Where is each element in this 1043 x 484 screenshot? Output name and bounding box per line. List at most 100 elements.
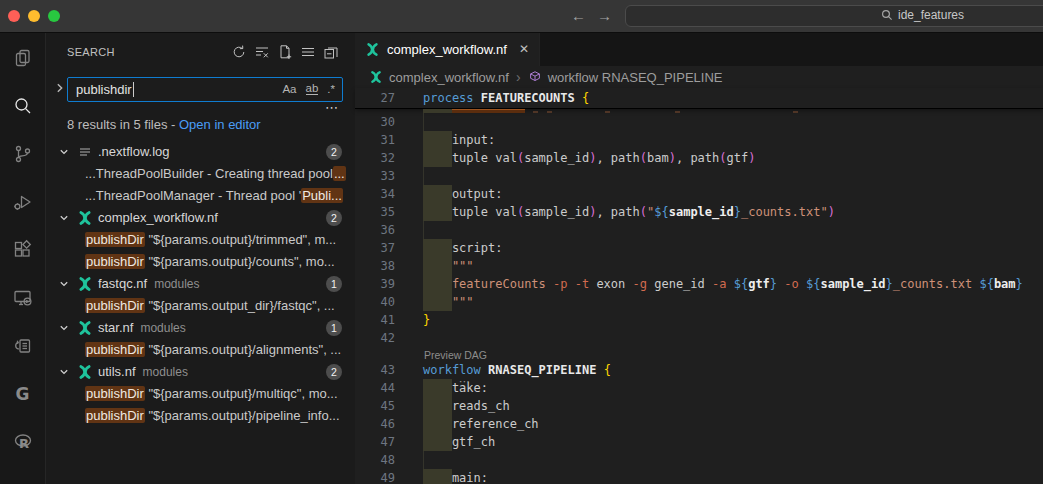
breadcrumb-symbol[interactable]: workflow RNASEQ_PIPELINE — [548, 70, 723, 85]
chevron-down-icon — [59, 279, 69, 289]
activity-run-debug[interactable] — [0, 180, 45, 224]
code-line[interactable]: 48 — [355, 451, 1043, 469]
source-control-icon — [12, 143, 34, 165]
indent-guide — [423, 167, 424, 185]
match-text: publishDir "${params.output}/alignments"… — [85, 339, 356, 361]
code-line[interactable]: 38 """ — [355, 257, 1043, 275]
line-number: 33 — [355, 167, 395, 185]
code-line[interactable]: 40 """ — [355, 293, 1043, 311]
code-line[interactable]: 39 featureCounts -p -t exon -g gene_id -… — [355, 275, 1043, 293]
open-in-editor-link[interactable]: Open in editor — [179, 117, 261, 132]
sticky-scroll[interactable]: 27 process FEATURECOUNTS { — [355, 88, 1043, 109]
search-result-match[interactable]: publishDir "${params.output}/pipeline_in… — [46, 405, 356, 427]
search-result-file[interactable]: fastqc.nfmodules1 — [46, 273, 356, 295]
breadcrumb-separator: › — [516, 69, 521, 85]
code-line[interactable]: 37 script: — [355, 239, 1043, 257]
activity-r-lang[interactable]: R — [0, 420, 45, 464]
code-line[interactable]: 47 gtf_ch — [355, 433, 1043, 451]
search-result-match[interactable]: publishDir "${params.output}/trimmed", m… — [46, 229, 356, 251]
search-result-file[interactable]: .nextflow.log2 — [46, 141, 356, 163]
forward-button[interactable]: → — [597, 7, 612, 24]
code-line[interactable]: 42 — [355, 329, 1043, 347]
search-sidebar: SEARCH publishdir Aa ab .* ⋯ 8 results i… — [45, 33, 355, 484]
code-line[interactable]: 46 reference_ch — [355, 415, 1043, 433]
nextflow-icon — [365, 42, 380, 57]
minimize-window-button[interactable] — [28, 10, 40, 22]
code-area[interactable]: 3031 input:32 tuple val(sample_id), path… — [355, 113, 1043, 484]
tab-bar: complex_workflow.nf ✕ — [355, 33, 1043, 66]
tab-complex-workflow[interactable]: complex_workflow.nf ✕ — [355, 33, 540, 66]
refresh-icon[interactable] — [231, 44, 247, 60]
match-count-badge: 1 — [326, 276, 342, 292]
activity-account[interactable] — [0, 468, 45, 484]
activity-snippets[interactable] — [0, 324, 45, 368]
code-line[interactable]: 44 take: — [355, 379, 1043, 397]
code-line[interactable]: 45 reads_ch — [355, 397, 1043, 415]
match-case-toggle[interactable]: Aa — [282, 83, 296, 95]
code-line[interactable]: 31 input: — [355, 131, 1043, 149]
search-input[interactable]: publishdir Aa ab .* — [67, 77, 343, 102]
remote-explorer-icon — [12, 287, 34, 309]
code-line[interactable]: 30 — [355, 113, 1043, 131]
file-path: modules — [140, 321, 185, 335]
search-result-match[interactable]: publishDir "${params.output}/counts", mo… — [46, 251, 356, 273]
activity-explorer[interactable] — [0, 36, 45, 80]
activity-remote-explorer[interactable] — [0, 276, 45, 320]
codelens[interactable]: Preview DAG — [355, 347, 1043, 361]
activity-bar: G R — [0, 33, 45, 484]
close-window-button[interactable] — [8, 10, 20, 22]
code-line[interactable]: 34 output: — [355, 185, 1043, 203]
activity-gitlens[interactable]: G — [0, 372, 45, 416]
indent-guide — [423, 221, 424, 239]
code-line[interactable]: 43workflow RNASEQ_PIPELINE {⋯ — [355, 361, 1043, 379]
breadcrumb-file[interactable]: complex_workflow.nf — [389, 70, 509, 85]
match-highlight: publishDir — [85, 408, 145, 423]
code-line[interactable]: 35 tuple val(sample_id), path("${sample_… — [355, 203, 1043, 221]
line-number: 41 — [355, 311, 395, 329]
zoom-window-button[interactable] — [48, 10, 60, 22]
collapse-all-icon[interactable] — [323, 44, 339, 60]
tab-close-icon[interactable]: ✕ — [519, 33, 529, 66]
search-result-match[interactable]: publishDir "${params.output_dir}/fastqc"… — [46, 295, 356, 317]
new-search-editor-icon[interactable] — [277, 44, 293, 60]
code-line[interactable]: 33 — [355, 167, 1043, 185]
nextflow-file-icon — [77, 320, 93, 336]
match-highlight: ... — [333, 166, 346, 181]
line-number: 30 — [355, 113, 395, 131]
activity-search[interactable] — [0, 84, 45, 128]
symbol-workflow-icon — [528, 70, 542, 84]
match-text: ...ThreadPoolManager - Thread pool 'Publ… — [85, 185, 356, 207]
run-debug-icon — [12, 191, 34, 213]
code-line[interactable]: 32 tuple val(sample_id), path(bam), path… — [355, 149, 1043, 167]
view-as-list-icon[interactable] — [300, 44, 316, 60]
match-highlight: publishDir — [85, 386, 145, 401]
line-number: 39 — [355, 275, 395, 293]
code-line[interactable]: 41} — [355, 311, 1043, 329]
match-text: publishDir "${params.output_dir}/fastqc"… — [85, 295, 356, 317]
search-query: publishdir — [76, 82, 132, 97]
search-result-match[interactable]: publishDir "${params.output}/multiqc", m… — [46, 383, 356, 405]
line-number: 40 — [355, 293, 395, 311]
command-center-search[interactable]: ide_features — [625, 5, 1043, 27]
search-details-toggle[interactable]: ⋯ — [325, 100, 339, 115]
whole-word-toggle[interactable]: ab — [306, 82, 319, 95]
code-line[interactable]: 49 main: — [355, 469, 1043, 484]
activity-extensions[interactable] — [0, 228, 45, 272]
activity-source-control[interactable] — [0, 132, 45, 176]
clear-results-icon[interactable] — [254, 44, 270, 60]
snippets-icon — [12, 335, 34, 357]
line-number: 43 — [355, 361, 395, 379]
toggle-replace-chevron[interactable] — [54, 82, 66, 94]
search-result-match[interactable]: ...ThreadPoolManager - Thread pool 'Publ… — [46, 185, 356, 207]
search-result-file[interactable]: complex_workflow.nf2 — [46, 207, 356, 229]
search-result-match[interactable]: publishDir "${params.output}/alignments"… — [46, 339, 356, 361]
match-count-badge: 2 — [326, 144, 342, 160]
search-result-file[interactable]: star.nfmodules1 — [46, 317, 356, 339]
regex-toggle[interactable]: .* — [327, 83, 335, 95]
search-result-match[interactable]: ...ThreadPoolBuilder - Creating thread p… — [46, 163, 356, 185]
back-button[interactable]: ← — [571, 7, 586, 24]
nextflow-file-icon — [77, 210, 93, 226]
search-result-file[interactable]: utils.nfmodules2 — [46, 361, 356, 383]
r-lang-icon: R — [12, 431, 34, 453]
code-line[interactable]: 36 — [355, 221, 1043, 239]
